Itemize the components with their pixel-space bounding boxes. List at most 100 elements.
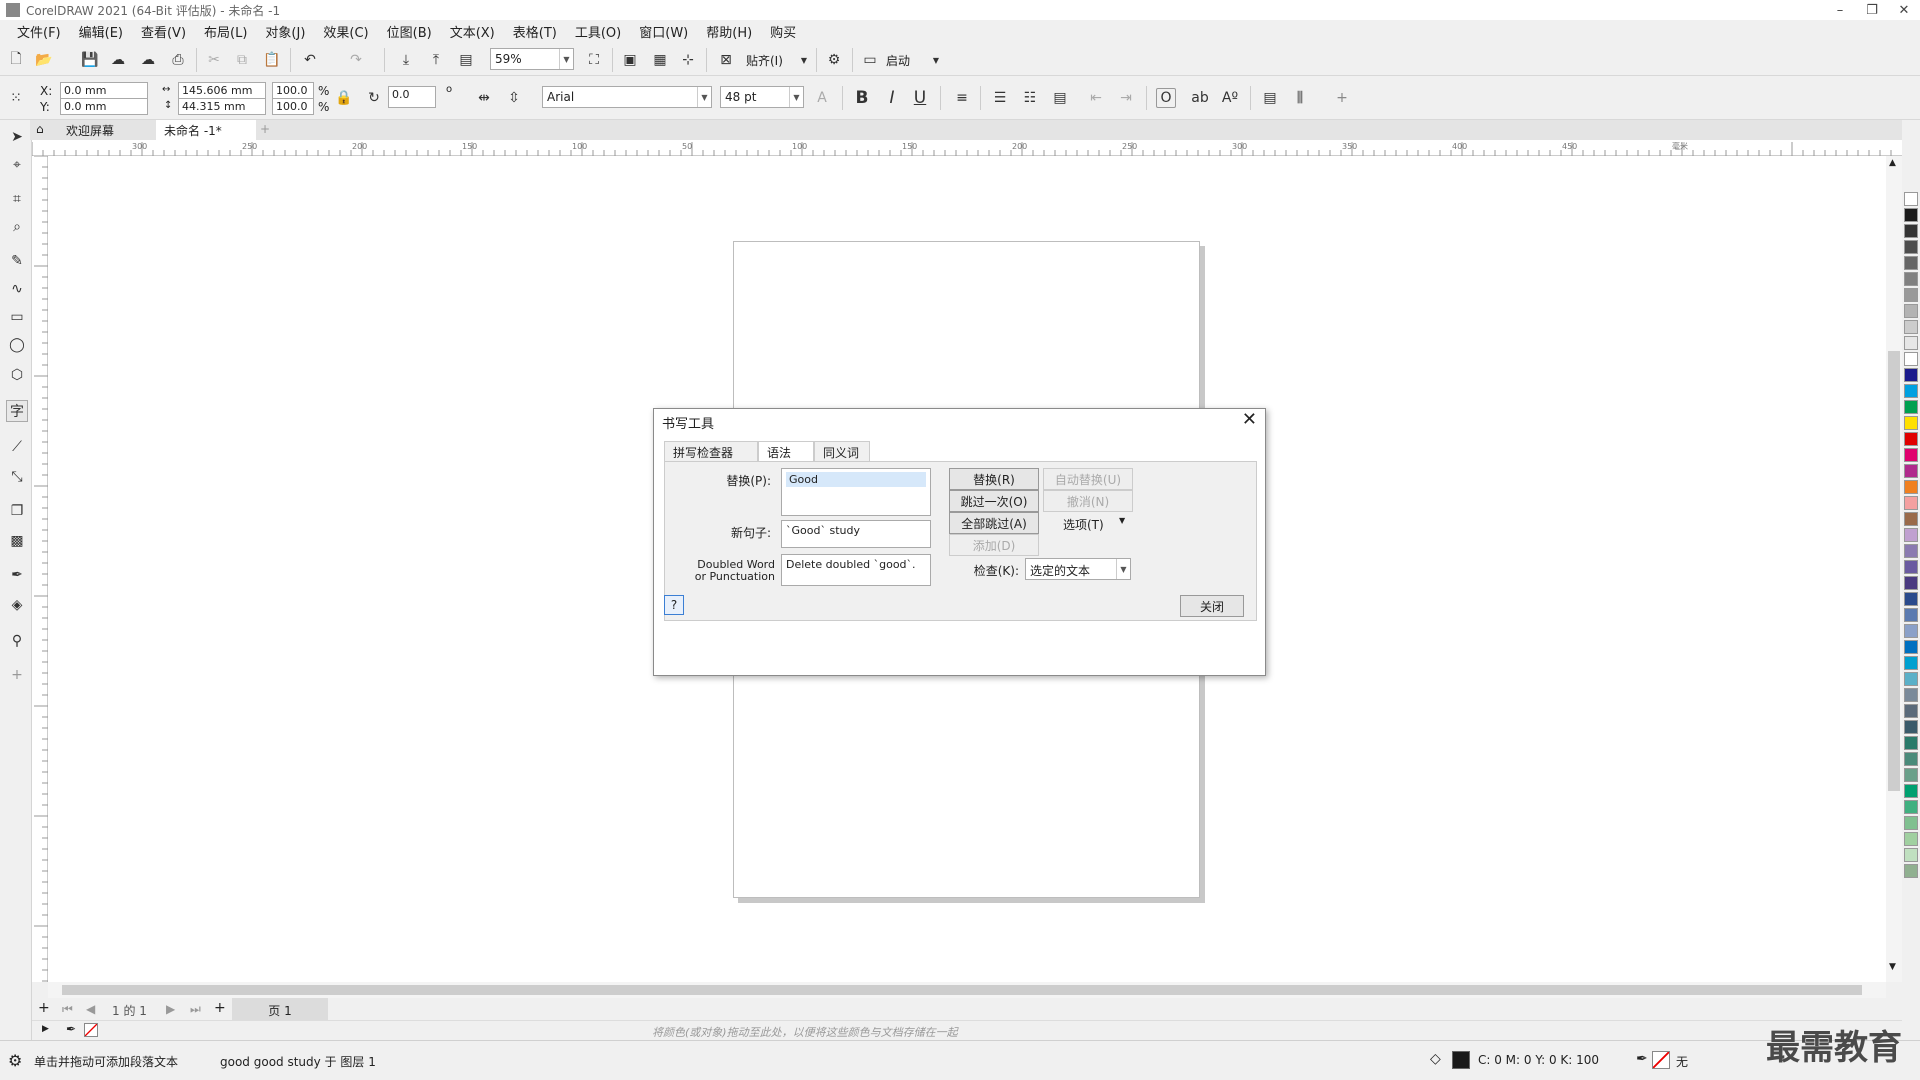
settings-gear-icon[interactable]: ⚙ <box>824 50 844 70</box>
scale-width-field[interactable]: 100.0 <box>272 82 314 99</box>
tab-welcome-screen[interactable]: 欢迎屏幕 <box>58 120 156 140</box>
scrollbar-thumb[interactable] <box>1888 351 1900 791</box>
color-swatch[interactable] <box>1904 384 1918 398</box>
crop-tool-icon[interactable]: ⌗ <box>6 188 28 210</box>
eyedropper-tool-icon[interactable]: ✒ <box>6 564 28 586</box>
text-properties-icon[interactable]: ▤ <box>1260 88 1280 108</box>
launch-icon[interactable]: ▭ <box>860 50 880 70</box>
freehand-tool-icon[interactable]: ✎ <box>6 250 28 272</box>
menu-effects[interactable]: 效果(C) <box>314 22 377 41</box>
menu-edit[interactable]: 编辑(E) <box>70 22 132 41</box>
connector-tool-icon[interactable]: ⤡ <box>6 466 28 488</box>
skip-once-button[interactable]: 跳过一次(O) <box>949 490 1039 512</box>
add-button[interactable]: 添加(D) <box>949 534 1039 556</box>
color-swatch[interactable] <box>1904 848 1918 862</box>
replacement-item[interactable]: Good <box>786 472 926 487</box>
cloud-upload-icon[interactable]: ☁ <box>138 50 158 70</box>
menu-table[interactable]: 表格(T) <box>504 22 566 41</box>
color-swatch[interactable] <box>1904 272 1918 286</box>
color-swatch[interactable] <box>1904 864 1918 878</box>
chevron-down-icon[interactable]: ▼ <box>559 49 573 69</box>
horizontal-ruler[interactable]: 300 250 200 150 100 50 100 150 200 250 300 350 400 45… <box>31 140 1902 156</box>
fill-color-swatch[interactable] <box>1452 1051 1470 1069</box>
bullet-list-icon[interactable]: ☰ <box>990 88 1010 108</box>
import-icon[interactable]: ⤓ <box>396 50 416 70</box>
parallel-dimension-tool-icon[interactable]: ⟋ <box>6 436 28 458</box>
new-tab-icon[interactable]: + <box>256 120 276 140</box>
scrollbar-thumb[interactable] <box>62 985 1862 995</box>
color-swatch[interactable] <box>1904 208 1918 222</box>
minimize-icon[interactable]: – <box>1824 0 1856 20</box>
outline-color-swatch[interactable] <box>1652 1051 1670 1069</box>
page-tab[interactable]: 页 1 <box>232 998 328 1020</box>
bold-button[interactable]: B <box>852 88 872 108</box>
help-button[interactable]: ? <box>664 595 684 615</box>
object-origin-icon[interactable]: ⁙ <box>6 88 26 108</box>
lock-ratio-icon[interactable]: 🔒 <box>334 88 354 108</box>
rotate-icon[interactable]: ↻ <box>364 88 384 108</box>
rectangle-tool-icon[interactable]: ▭ <box>6 306 28 328</box>
copy-icon[interactable]: ⧉ <box>232 50 252 70</box>
drop-cap-icon[interactable]: ▤ <box>1050 88 1070 108</box>
tab-grammar[interactable]: 语法 <box>758 441 814 461</box>
chevron-down-icon[interactable]: ▼ <box>1119 516 1125 525</box>
print-icon[interactable]: ⎙ <box>168 50 188 70</box>
mirror-vertical-icon[interactable]: ⇳ <box>504 88 524 108</box>
color-swatch[interactable] <box>1904 368 1918 382</box>
pdf-icon[interactable]: ▤ <box>456 50 476 70</box>
polygon-tool-icon[interactable]: ⬡ <box>6 364 28 386</box>
color-swatch[interactable] <box>1904 592 1918 606</box>
auto-replace-button[interactable]: 自动替换(U) <box>1043 468 1133 490</box>
transparency-tool-icon[interactable]: ▩ <box>6 530 28 552</box>
snap-to-menu[interactable]: 贴齐(I) <box>746 52 783 69</box>
cloud-download-icon[interactable]: ☁ <box>108 50 128 70</box>
color-swatch[interactable] <box>1904 656 1918 670</box>
undo-icon[interactable]: ↶ <box>300 50 320 70</box>
first-page-icon[interactable]: ⏮ <box>62 1002 73 1017</box>
color-swatch[interactable] <box>1904 320 1918 334</box>
menu-view[interactable]: 查看(V) <box>132 22 195 41</box>
last-page-icon[interactable]: ⏭ <box>190 1002 201 1017</box>
ellipse-tool-icon[interactable]: ◯ <box>6 334 28 356</box>
color-swatch[interactable] <box>1904 608 1918 622</box>
color-swatch[interactable] <box>1904 768 1918 782</box>
close-icon[interactable]: ✕ <box>1242 409 1257 430</box>
new-document-icon[interactable]: 🗋 <box>6 50 26 70</box>
color-swatch[interactable] <box>1904 800 1918 814</box>
color-swatch[interactable] <box>1904 672 1918 686</box>
tab-spell-checker[interactable]: 拼写检查器 <box>664 441 758 461</box>
numbered-list-icon[interactable]: ☷ <box>1020 88 1040 108</box>
decrease-indent-icon[interactable]: ⇤ <box>1086 88 1106 108</box>
color-swatch[interactable] <box>1904 480 1918 494</box>
show-guidelines-icon[interactable]: ⊹ <box>678 50 698 70</box>
vertical-ruler[interactable] <box>32 155 48 982</box>
chevron-down-icon[interactable]: ▼ <box>789 87 803 107</box>
underline-button[interactable]: U <box>910 88 930 108</box>
chevron-down-icon[interactable]: ▼ <box>1116 559 1130 579</box>
undo-button[interactable]: 撤消(N) <box>1043 490 1133 512</box>
increase-indent-icon[interactable]: ⇥ <box>1116 88 1136 108</box>
save-icon[interactable]: 💾 <box>80 50 100 70</box>
full-screen-preview-icon[interactable]: ▣ <box>620 50 640 70</box>
menu-tools[interactable]: 工具(O) <box>566 22 630 41</box>
horizontal-scrollbar[interactable] <box>48 982 1886 998</box>
restore-icon[interactable]: ❐ <box>1856 0 1888 20</box>
scroll-up-icon[interactable]: ▲ <box>1889 158 1896 168</box>
check-scope-combo[interactable]: 选定的文本 ▼ <box>1025 558 1131 580</box>
opentype-icon[interactable]: O <box>1156 88 1176 108</box>
settings-gear-icon[interactable]: ⚙ <box>8 1051 22 1070</box>
color-swatch[interactable] <box>1904 464 1918 478</box>
font-list-options-icon[interactable]: A <box>812 88 832 108</box>
add-tool-icon[interactable]: + <box>6 664 28 686</box>
text-tool-icon[interactable]: 字 <box>6 400 28 422</box>
width-field[interactable]: 145.606 mm <box>178 82 266 99</box>
close-button[interactable]: 关闭 <box>1180 595 1244 617</box>
previous-page-icon[interactable]: ◀ <box>86 1002 95 1016</box>
italic-button[interactable]: I <box>882 88 902 108</box>
color-swatch[interactable] <box>1904 400 1918 414</box>
color-swatch[interactable] <box>1904 336 1918 350</box>
menu-buy[interactable]: 购买 <box>761 22 805 41</box>
rotation-field[interactable]: 0.0 <box>388 86 436 108</box>
color-swatch[interactable] <box>1904 256 1918 270</box>
vertical-scrollbar[interactable]: ▲ ▼ <box>1886 156 1902 982</box>
